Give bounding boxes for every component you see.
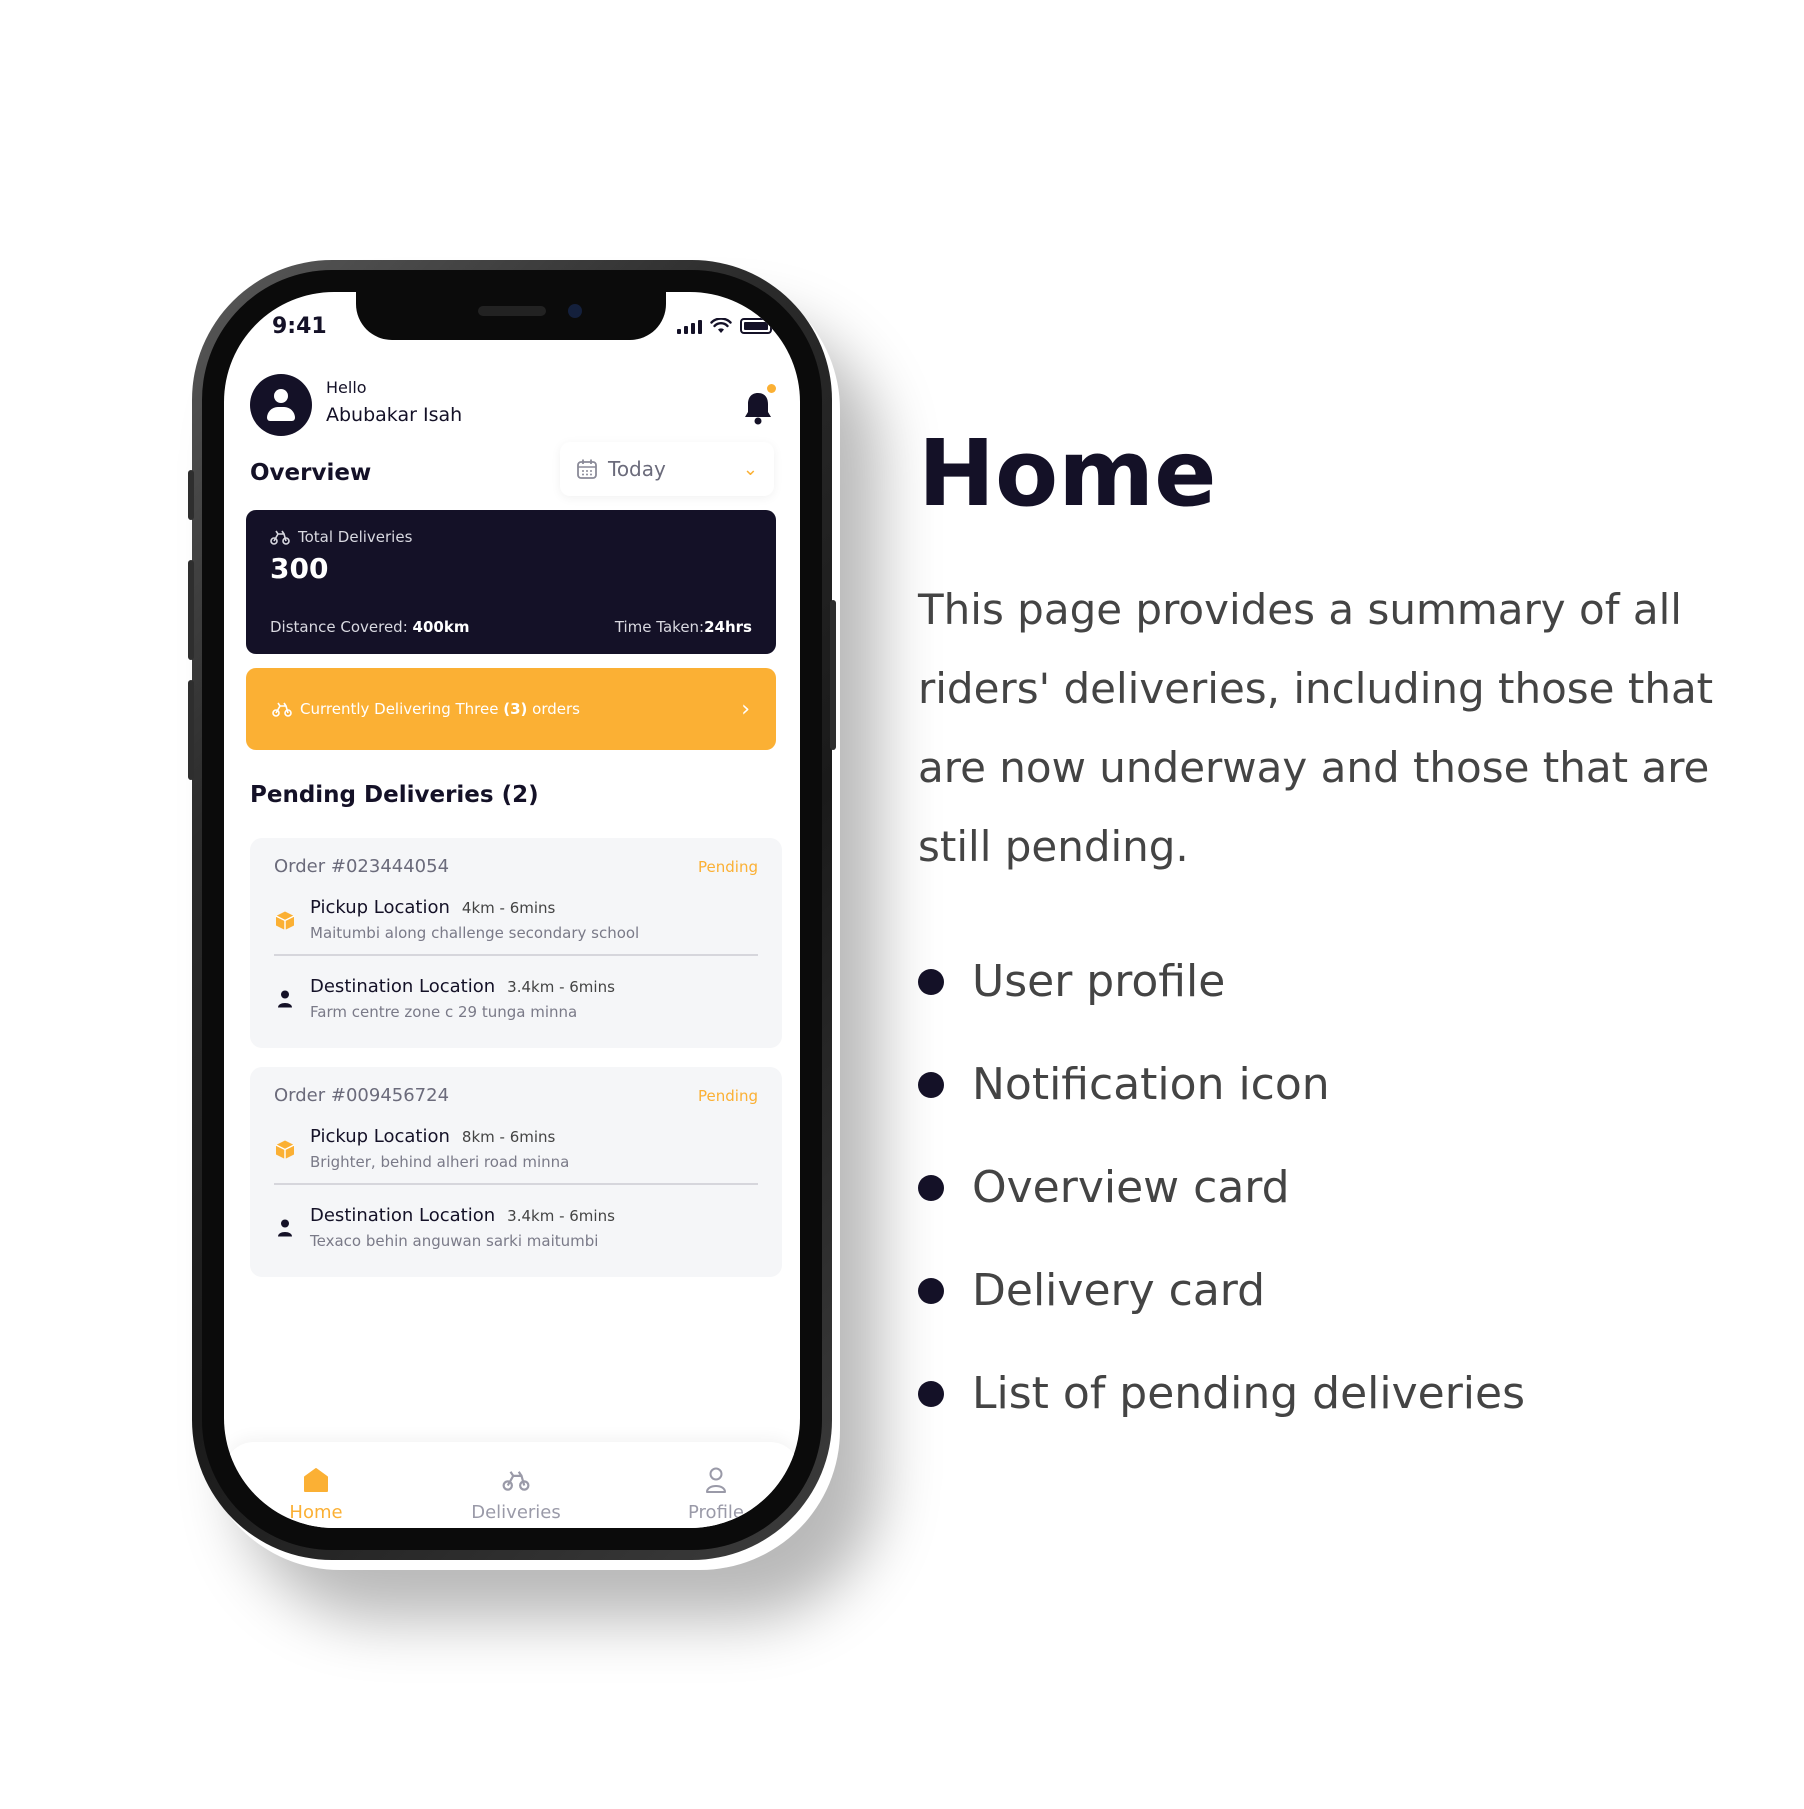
bottom-nav: Home Deliveries Profile (224, 1442, 800, 1528)
divider (274, 954, 758, 956)
overview-title: Overview (250, 460, 372, 486)
person-icon (278, 1219, 292, 1237)
wifi-icon (710, 318, 732, 333)
order-number: Order #009456724 (274, 1085, 450, 1106)
feature-item: Overview card (918, 1136, 1525, 1239)
pending-deliveries-title: Pending Deliveries (2) (250, 782, 539, 808)
destination-address: Texaco behin anguwan sarki maitumbi (310, 1232, 599, 1250)
greeting-text: Hello (326, 378, 367, 397)
time-taken: Time Taken:24hrs (614, 618, 752, 636)
current-deliveries-text: Currently Delivering Three (3) orders (300, 700, 580, 718)
user-name: Abubakar Isah (326, 404, 463, 426)
destination-address: Farm centre zone c 29 tunga minna (310, 1003, 578, 1021)
notch (356, 292, 666, 340)
box-icon (275, 911, 295, 930)
destination-distance: 3.4km - 6mins (507, 1207, 615, 1225)
avatar-icon[interactable] (250, 374, 312, 436)
nav-deliveries-label: Deliveries (471, 1502, 561, 1523)
camera (568, 304, 582, 318)
bullet (918, 1277, 944, 1304)
page-heading: Home (918, 420, 1217, 527)
status-badge: Pending (698, 857, 758, 876)
pickup-distance: 8km - 6mins (461, 1128, 556, 1146)
signal-icon (677, 320, 702, 334)
bullet (918, 1380, 944, 1407)
divider (274, 1183, 758, 1185)
calendar-icon (577, 459, 597, 479)
feature-list: User profile Notification icon Overview … (918, 930, 1525, 1445)
chevron-down-icon: ⌄ (742, 458, 758, 480)
app-screen: 9:41 Hello Abubakar Isah Overview Today … (224, 292, 800, 1528)
delivery-card[interactable]: Order #009456724 Pending Pickup Location… (250, 1067, 782, 1277)
feature-item: Delivery card (918, 1239, 1525, 1342)
box-icon (275, 1140, 295, 1159)
bike-icon (270, 530, 290, 545)
person-icon (278, 990, 292, 1008)
nav-profile-label: Profile (688, 1502, 744, 1523)
feature-item: User profile (918, 930, 1525, 1033)
nav-home[interactable]: Home (246, 1464, 386, 1523)
date-filter-value: Today (608, 457, 666, 481)
status-icons (677, 318, 775, 334)
bullet (918, 1071, 944, 1098)
chevron-right-icon: › (741, 696, 750, 722)
nav-home-label: Home (289, 1502, 343, 1523)
distance-covered: Distance Covered: 400km (270, 618, 470, 636)
pickup-address: Brighter, behind alheri road minna (310, 1153, 570, 1171)
pickup-address: Maitumbi along challenge secondary schoo… (310, 924, 640, 942)
bell-icon[interactable] (742, 390, 774, 426)
delivery-card[interactable]: Order #023444054 Pending Pickup Location… (250, 838, 782, 1048)
feature-item: List of pending deliveries (918, 1342, 1525, 1445)
power-button (830, 600, 836, 750)
battery-icon (740, 318, 775, 334)
pickup-title: Pickup Location (310, 897, 450, 918)
pickup-distance: 4km - 6mins (461, 899, 556, 917)
bullet (918, 968, 944, 995)
bike-icon (272, 702, 292, 717)
destination-distance: 3.4km - 6mins (507, 978, 615, 996)
notification-dot (767, 384, 776, 393)
destination-title: Destination Location (310, 1205, 496, 1226)
home-icon (304, 1468, 328, 1492)
status-time: 9:41 (272, 314, 327, 339)
order-number: Order #023444054 (274, 856, 450, 877)
phone-mockup: 9:41 Hello Abubakar Isah Overview Today … (188, 260, 836, 1560)
destination-title: Destination Location (310, 976, 496, 997)
bullet (918, 1174, 944, 1201)
pickup-title: Pickup Location (310, 1126, 450, 1147)
user-icon (706, 1467, 726, 1493)
page-description: This page provides a summary of all ride… (918, 585, 1714, 871)
total-deliveries-label: Total Deliveries (298, 528, 413, 546)
mute-switch (188, 470, 194, 520)
total-deliveries-value: 300 (270, 552, 329, 585)
feature-item: Notification icon (918, 1033, 1525, 1136)
current-deliveries-banner[interactable]: Currently Delivering Three (3) orders › (246, 668, 776, 750)
overview-card: Total Deliveries 300 Distance Covered: 4… (246, 510, 776, 654)
nav-profile[interactable]: Profile (646, 1464, 786, 1523)
volume-up-button (188, 560, 194, 660)
nav-deliveries[interactable]: Deliveries (446, 1464, 586, 1523)
status-badge: Pending (698, 1086, 758, 1105)
date-filter-dropdown[interactable]: Today ⌄ (560, 442, 774, 496)
bike-icon (502, 1471, 530, 1491)
volume-down-button (188, 680, 194, 780)
